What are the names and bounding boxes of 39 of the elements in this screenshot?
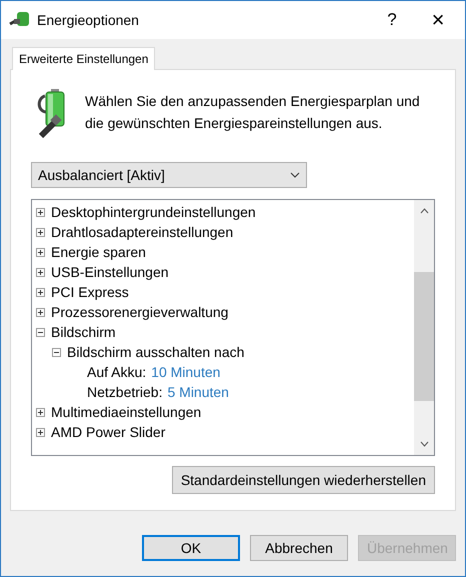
tree-item[interactable]: Drahtlosadaptereinstellungen: [51, 224, 234, 240]
expand-icon[interactable]: [36, 268, 45, 276]
scroll-down-icon[interactable]: [420, 441, 428, 447]
close-button[interactable]: ×: [415, 1, 461, 39]
tab[interactable]: Erweiterte Einstellungen: [12, 47, 156, 70]
setting-value-link[interactable]: 10 Minuten: [151, 364, 220, 380]
expand-icon[interactable]: [36, 308, 45, 316]
tree-item[interactable]: Energie sparen: [51, 244, 146, 260]
tree-item[interactable]: USB-Einstellungen: [51, 264, 169, 280]
instruction-text: Wählen Sie den anzupassenden Energiesparplan und die gewünschten Energiespareinstellungen aus.: [85, 92, 421, 133]
tree-item[interactable]: Prozessorenergieverwaltung: [51, 304, 228, 320]
dialog-button[interactable]: OK: [142, 535, 240, 561]
expand-icon[interactable]: [36, 408, 45, 416]
setting-value-link[interactable]: 5 Minuten: [167, 384, 229, 400]
window-title: Energieoptionen: [37, 12, 139, 28]
expand-icon[interactable]: [36, 428, 45, 436]
restore-defaults-button[interactable]: Standardeinstellungen wiederherstellen: [172, 466, 435, 494]
tree-item[interactable]: Desktophintergrundeinstellungen: [51, 204, 256, 220]
plan-dropdown[interactable]: Ausbalanciert [Aktiv]: [31, 162, 307, 188]
tree-item[interactable]: Bildschirm: [51, 324, 116, 340]
expand-icon[interactable]: [36, 208, 45, 216]
dialog-button[interactable]: Abbrechen: [250, 535, 348, 561]
collapse-icon[interactable]: [36, 328, 45, 336]
scrollbar[interactable]: [414, 200, 434, 455]
setting-label: Netzbetrieb:: [87, 384, 162, 400]
expand-icon[interactable]: [36, 248, 45, 256]
expand-icon[interactable]: [36, 228, 45, 236]
scroll-up-icon[interactable]: [420, 208, 428, 214]
tree-item[interactable]: Bildschirm ausschalten nach: [67, 344, 244, 360]
expand-icon[interactable]: [36, 288, 45, 296]
help-button[interactable]: ?: [369, 1, 415, 39]
tree-item[interactable]: AMD Power Slider: [51, 424, 166, 440]
tree-item[interactable]: Multimediaeinstellungen: [51, 404, 202, 420]
caret-icon: [290, 172, 300, 178]
scroll-thumb[interactable]: [414, 272, 434, 401]
collapse-icon[interactable]: [52, 348, 61, 356]
setting-label: Auf Akku:: [87, 364, 146, 380]
tree-item[interactable]: PCI Express: [51, 284, 129, 300]
settings-tree[interactable]: [31, 199, 435, 456]
